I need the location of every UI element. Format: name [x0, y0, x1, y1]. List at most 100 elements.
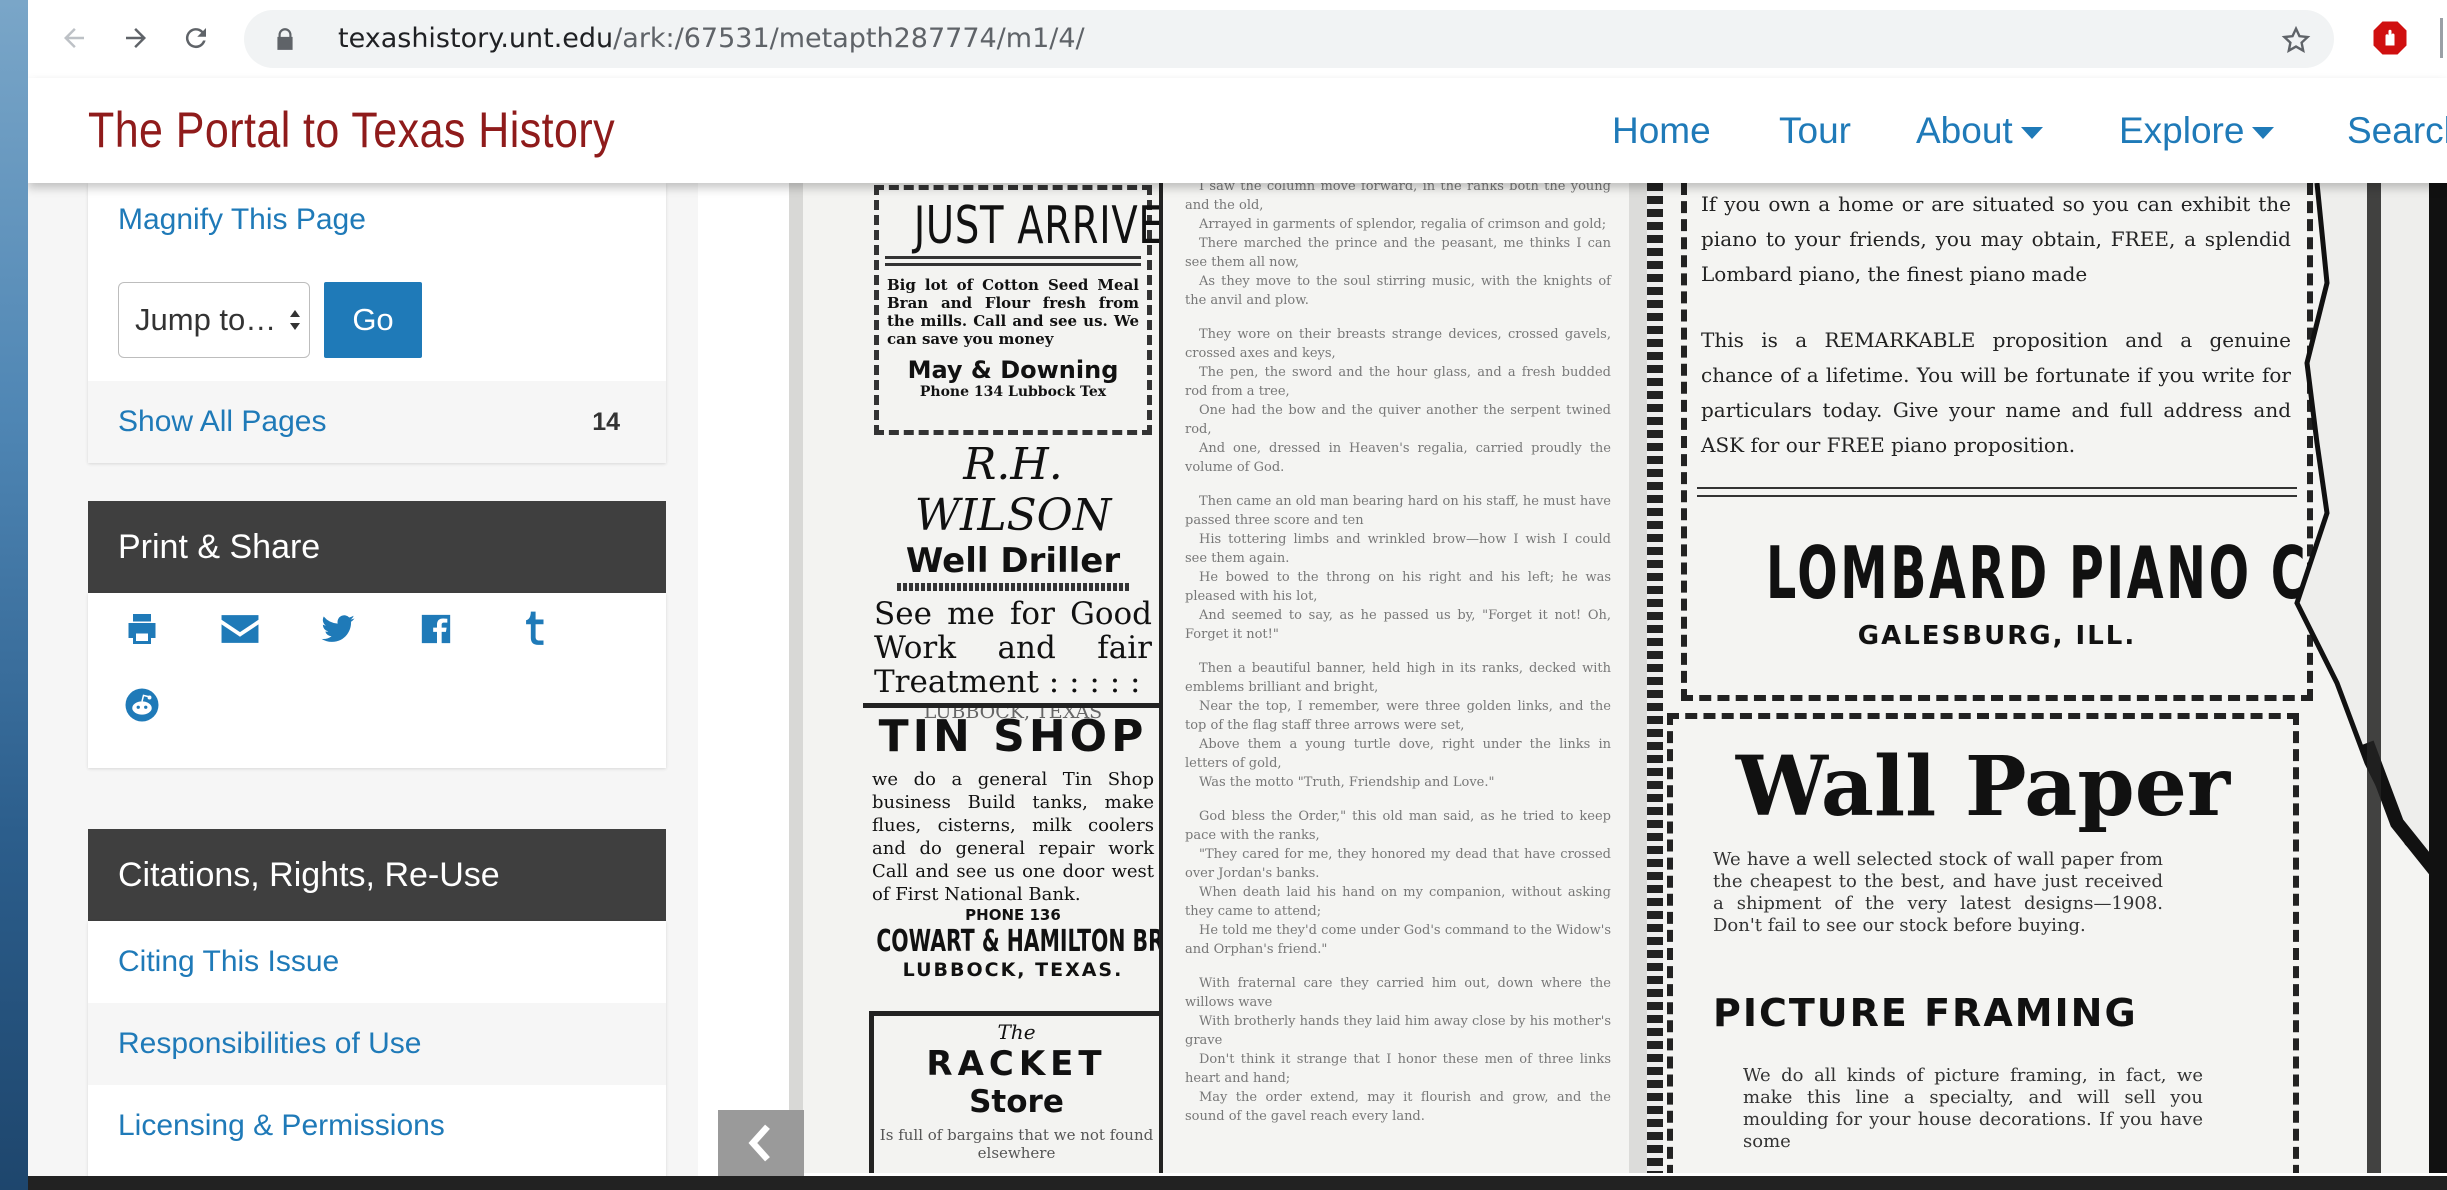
- magnify-page-link[interactable]: Magnify This Page: [118, 199, 366, 241]
- ad-just-arrived-firm: May & Downing: [907, 356, 1119, 384]
- poem-line: Above them a young turtle dove, right un…: [1185, 737, 1611, 771]
- poem-line: Arrayed in garments of splendor, regalia…: [1199, 217, 1607, 232]
- ad-racket-body: Is full of bargains that we not found el…: [879, 1126, 1154, 1162]
- page-margin: [789, 183, 803, 1173]
- adblock-extension-icon[interactable]: [2372, 20, 2408, 56]
- citations-heading: Citations, Rights, Re-Use: [88, 829, 666, 921]
- nav-tour[interactable]: Tour: [1779, 102, 1851, 160]
- print-share-heading: Print & Share: [88, 501, 666, 593]
- sidebar: Magnify This Page Jump to… Go Show All P…: [28, 183, 698, 1190]
- nav-about-label: About: [1916, 110, 2013, 151]
- url-text: texashistory.unt.edu/ark:/67531/metapth2…: [338, 10, 1085, 68]
- poem-line: Don't think it strange that I honor thes…: [1185, 1052, 1611, 1086]
- forward-button[interactable]: [114, 16, 158, 60]
- toolbar-divider: [2440, 18, 2443, 58]
- caret-down-icon: [2252, 127, 2275, 140]
- citing-this-issue-link[interactable]: Citing This Issue: [118, 945, 339, 978]
- show-all-pages-link[interactable]: Show All Pages: [118, 405, 326, 438]
- ads-column: JUST ARRIVED Big lot of Cotton Seed Meal…: [789, 183, 1204, 1173]
- facebook-icon[interactable]: [412, 605, 460, 653]
- poem-line: There marched the prince and the peasant…: [1185, 236, 1611, 270]
- column-rule: [863, 703, 1161, 708]
- ad-rh-wilson: R.H. WILSON Well Driller See me for Good…: [872, 439, 1154, 723]
- poem-line: I saw the column move forward, in the ra…: [1185, 183, 1611, 213]
- page-gutter: [1629, 183, 1647, 1173]
- previous-page-button[interactable]: [718, 1110, 804, 1176]
- arrow-right-icon: [126, 28, 146, 48]
- star-icon[interactable]: [2280, 24, 2312, 56]
- poem-line: Was the motto "Truth, Friendship and Lov…: [1199, 775, 1495, 790]
- citations-item-licensing[interactable]: Licensing & Permissions: [88, 1085, 666, 1167]
- poem-line: One had the bow and the quiver another t…: [1185, 403, 1611, 437]
- nav-explore[interactable]: Explore: [2119, 102, 2275, 160]
- site-logo-title[interactable]: The Portal to Texas History: [88, 92, 615, 168]
- ad-tin-shop-title: TIN SHOP: [878, 711, 1148, 762]
- citations-item-responsibilities[interactable]: Responsibilities of Use: [88, 1003, 666, 1085]
- jump-to-select[interactable]: Jump to…: [118, 282, 310, 358]
- jump-to-value: Jump to…: [135, 302, 277, 337]
- ad-tin-shop: TIN SHOP we do a general Tin Shop busine…: [872, 711, 1204, 981]
- ad-rule: [885, 256, 1141, 266]
- nav-about[interactable]: About: [1916, 102, 2043, 160]
- ad-racket-store: The RACKET Store Is full of bargains tha…: [869, 1011, 1164, 1173]
- poem-line: When death laid his hand on my companion…: [1185, 885, 1611, 919]
- ad-racket-the: The: [997, 1020, 1036, 1044]
- poem-line: God bless the Order," this old man said,…: [1185, 809, 1611, 843]
- twitter-icon[interactable]: [314, 605, 362, 653]
- lock-icon: [277, 28, 293, 50]
- ad-wallpaper-body2: We do all kinds of picture framing, in f…: [1743, 1065, 2203, 1152]
- tumblr-icon[interactable]: [510, 605, 558, 653]
- ad-tin-shop-phone: PHONE 136: [965, 906, 1061, 924]
- select-arrows-icon: [290, 310, 300, 330]
- citations-card: Citing This Issue Responsibilities of Us…: [88, 921, 666, 1190]
- ad-lombard-name: LOMBARD PIANO CO.: [1766, 531, 2372, 615]
- citations-item-citing[interactable]: Citing This Issue: [88, 921, 666, 1003]
- page-count-badge: 14: [592, 408, 620, 436]
- poem-line: And seemed to say, as he passed us by, "…: [1185, 608, 1611, 642]
- caret-down-icon: [2020, 127, 2043, 140]
- responsibilities-link[interactable]: Responsibilities of Use: [118, 1027, 421, 1060]
- desktop-background: [0, 0, 30, 1190]
- print-icon[interactable]: [118, 605, 166, 653]
- nav-home[interactable]: Home: [1612, 102, 1711, 160]
- torn-page-edge: [2294, 183, 2447, 1173]
- site-header: The Portal to Texas History Home Tour Ab…: [28, 78, 2447, 183]
- address-bar[interactable]: texashistory.unt.edu/ark:/67531/metapth2…: [244, 10, 2334, 68]
- ad-tin-shop-city: LUBBOCK, TEXAS.: [902, 959, 1124, 981]
- poem-line: He bowed to the throng on his right and …: [1185, 570, 1611, 604]
- nav-search[interactable]: Search: [2347, 102, 2447, 160]
- reload-icon: [185, 28, 206, 49]
- ad-just-arrived-address: Phone 134 Lubbock Tex: [919, 384, 1107, 400]
- ad-racket-title: RACKET: [926, 1044, 1107, 1084]
- poem-line: And one, dressed in Heaven's regalia, ca…: [1185, 441, 1611, 475]
- ad-just-arrived: JUST ARRIVED Big lot of Cotton Seed Meal…: [874, 185, 1193, 435]
- poem-line: May the order extend, may it flourish an…: [1185, 1090, 1611, 1124]
- licensing-link[interactable]: Licensing & Permissions: [118, 1109, 445, 1142]
- poem-line: The pen, the sword and the hour glass, a…: [1185, 365, 1611, 399]
- poem-line: With fraternal care they carried him out…: [1185, 976, 1611, 1010]
- ad-wallpaper-body: We have a well selected stock of wall pa…: [1713, 849, 2163, 936]
- ad-tin-shop-body: we do a general Tin Shop business Build …: [872, 769, 1154, 905]
- print-share-card: [88, 593, 666, 768]
- page-viewer[interactable]: JUST ARRIVED Big lot of Cotton Seed Meal…: [698, 183, 2447, 1190]
- ad-racket-sub: Store: [969, 1084, 1064, 1120]
- reddit-icon[interactable]: [118, 681, 166, 729]
- poem-line: As they move to the soul stirring music,…: [1185, 274, 1611, 308]
- right-ads-column: If you own a home or are situated so you…: [1647, 183, 2447, 1173]
- nav-explore-label: Explore: [2119, 110, 2245, 151]
- poem-text: I saw the column move forward, in the ra…: [1185, 183, 1611, 1126]
- browser-window: texashistory.unt.edu/ark:/67531/metapth2…: [28, 0, 2447, 1190]
- poem-line: "They cared for me, they honored my dead…: [1185, 847, 1611, 881]
- ad-just-arrived-body: Big lot of Cotton Seed Meal Bran and Flo…: [887, 276, 1139, 348]
- reload-button[interactable]: [174, 16, 218, 60]
- show-all-pages-row[interactable]: Show All Pages 14: [88, 381, 666, 463]
- poem-line: Near the top, I remember, were three gol…: [1185, 699, 1611, 733]
- ad-wilson-body: See me for Good Work and fair Treatment …: [874, 596, 1152, 700]
- column-rule: [1647, 183, 1663, 1173]
- back-button[interactable]: [52, 16, 96, 60]
- arrow-left-icon: [64, 28, 84, 48]
- go-button[interactable]: Go: [324, 282, 422, 358]
- poem-column: I saw the column move forward, in the ra…: [1163, 183, 1629, 1173]
- ad-rule: [897, 583, 1129, 591]
- email-icon[interactable]: [216, 605, 264, 653]
